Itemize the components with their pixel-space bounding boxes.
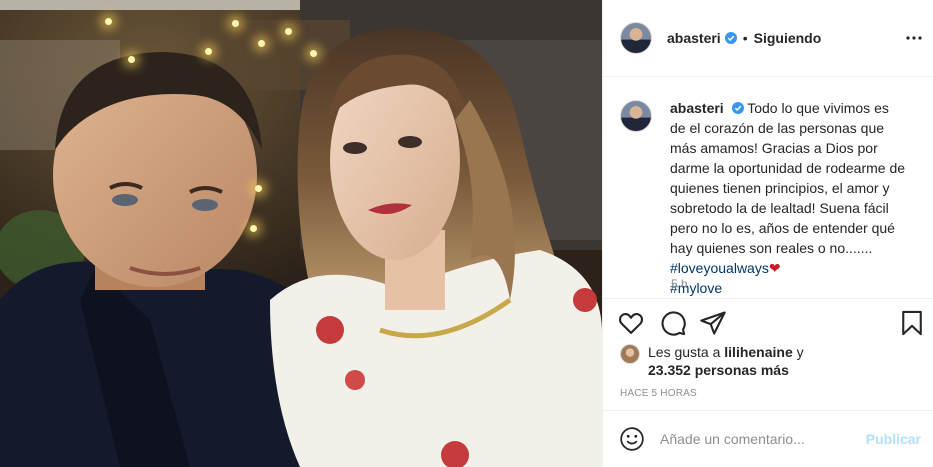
liker-username[interactable]: lilihenaine <box>724 344 792 360</box>
string-light <box>250 225 257 232</box>
post-timestamp[interactable]: 5 h <box>671 277 688 291</box>
string-light <box>105 18 112 25</box>
publish-button[interactable]: Publicar <box>866 431 921 447</box>
post-header: abasteri • Siguiendo <box>603 0 933 77</box>
following-button[interactable]: Siguiendo <box>754 30 822 46</box>
likes-count[interactable]: 23.352 personas más <box>648 362 789 378</box>
caption-username[interactable]: abasteri <box>670 100 724 116</box>
separator: • <box>742 30 748 46</box>
post-time-ago[interactable]: HACE 5 HORAS <box>620 388 697 399</box>
username-link[interactable]: abasteri <box>667 30 721 46</box>
caption-body: Todo lo que vivimos es de el corazón de … <box>670 100 906 256</box>
likes-conjunction: y <box>792 344 804 360</box>
verified-badge-icon <box>724 32 737 44</box>
avatar[interactable] <box>620 22 652 54</box>
more-options-icon[interactable] <box>906 30 922 46</box>
post-photo-illustration <box>0 0 602 467</box>
comment-bar: Publicar <box>603 411 933 467</box>
string-light <box>205 48 212 55</box>
post-caption: abasteri Todo lo que vivimos es de el co… <box>620 98 920 298</box>
liker-avatar[interactable] <box>620 344 640 364</box>
likes-text: Les gusta a lilihenaine y 23.352 persona… <box>648 343 804 379</box>
likes-prefix: Les gusta a <box>648 344 725 360</box>
caption-text: abasteri Todo lo que vivimos es de el co… <box>670 98 907 298</box>
string-light <box>232 20 239 27</box>
comment-icon[interactable] <box>659 309 687 337</box>
string-light <box>255 185 262 192</box>
string-light <box>128 56 135 63</box>
comment-input[interactable] <box>660 431 865 447</box>
heart-emoji: ❤ <box>768 260 781 276</box>
divider <box>603 298 933 299</box>
post-photo[interactable] <box>0 0 602 467</box>
hashtag-link[interactable]: #loveyoualways <box>670 260 769 276</box>
string-light <box>285 28 292 35</box>
emoji-icon[interactable] <box>619 426 645 452</box>
avatar[interactable] <box>620 100 652 132</box>
action-bar <box>603 306 933 342</box>
string-light <box>258 40 265 47</box>
verified-badge-icon <box>731 102 744 114</box>
bookmark-icon[interactable] <box>898 309 926 337</box>
heart-icon[interactable] <box>617 309 645 337</box>
likes-summary: Les gusta a lilihenaine y 23.352 persona… <box>620 343 804 379</box>
post-details-panel: abasteri • Siguiendo abasteri Todo lo qu… <box>602 0 933 467</box>
share-icon[interactable] <box>699 309 727 337</box>
string-light <box>310 50 317 57</box>
